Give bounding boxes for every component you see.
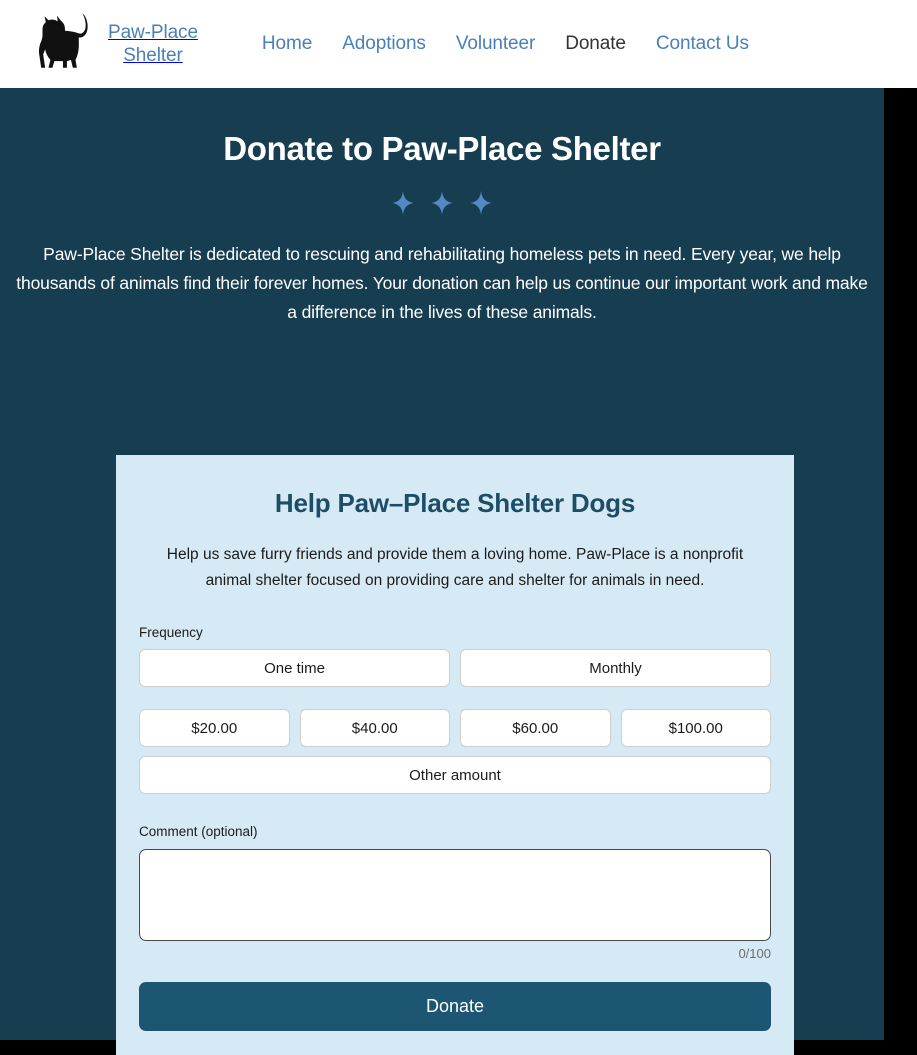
amount-option-60[interactable]: $60.00: [460, 709, 611, 747]
nav-link-adoptions[interactable]: Adoptions: [342, 33, 426, 55]
donate-submit-button[interactable]: Donate: [139, 982, 771, 1031]
sparkle-divider: [0, 190, 884, 220]
donation-card: Help Paw–Place Shelter Dogs Help us save…: [116, 455, 794, 1055]
site-header: Paw-Place Shelter Home Adoptions Volunte…: [0, 0, 917, 88]
donation-form: Frequency One time Monthly $20.00 $40.00…: [116, 625, 794, 1031]
brand-name: Paw-Place Shelter: [108, 21, 198, 66]
amount-option-40[interactable]: $40.00: [299, 709, 450, 747]
other-amount-row: Other amount: [139, 756, 771, 794]
frequency-option-monthly[interactable]: Monthly: [460, 649, 771, 687]
right-edge-rail: [884, 88, 917, 1055]
sparkle-star-icon: [392, 190, 414, 220]
hero-description: Paw-Place Shelter is dedicated to rescui…: [16, 244, 868, 322]
page-root: Paw-Place Shelter Home Adoptions Volunte…: [0, 0, 917, 1055]
sparkle-star-icon: [470, 190, 492, 220]
comment-label: Comment (optional): [139, 824, 258, 839]
page-title: Donate to Paw-Place Shelter: [223, 130, 661, 167]
nav-link-home[interactable]: Home: [262, 33, 312, 55]
sparkle-star-icon: [431, 190, 453, 220]
nav-link-volunteer[interactable]: Volunteer: [456, 33, 535, 55]
other-amount-button[interactable]: Other amount: [139, 756, 771, 794]
frequency-option-group: One time Monthly: [139, 649, 771, 687]
donation-card-description: Help us save furry friends and provide t…: [166, 546, 744, 589]
amount-option-20[interactable]: $20.00: [139, 709, 290, 747]
main-navigation: Home Adoptions Volunteer Donate Contact …: [262, 33, 749, 55]
brand-logo-link[interactable]: Paw-Place Shelter: [28, 11, 198, 77]
hero-section: Donate to Paw-Place Shelter Paw-Place Sh…: [0, 88, 884, 1055]
frequency-option-one-time[interactable]: One time: [139, 649, 450, 687]
cat-silhouette-icon: [28, 11, 94, 77]
character-counter: 0/100: [738, 946, 771, 961]
donation-card-title: Help Paw–Place Shelter Dogs: [274, 488, 636, 518]
nav-link-contact-us[interactable]: Contact Us: [656, 33, 749, 55]
frequency-label: Frequency: [139, 625, 203, 640]
cat-silhouette-svg: [38, 13, 88, 68]
comment-input[interactable]: [139, 849, 771, 941]
nav-link-donate[interactable]: Donate: [565, 33, 626, 55]
amount-option-100[interactable]: $100.00: [620, 709, 771, 747]
amount-option-group: $20.00 $40.00 $60.00 $100.00: [139, 709, 771, 747]
